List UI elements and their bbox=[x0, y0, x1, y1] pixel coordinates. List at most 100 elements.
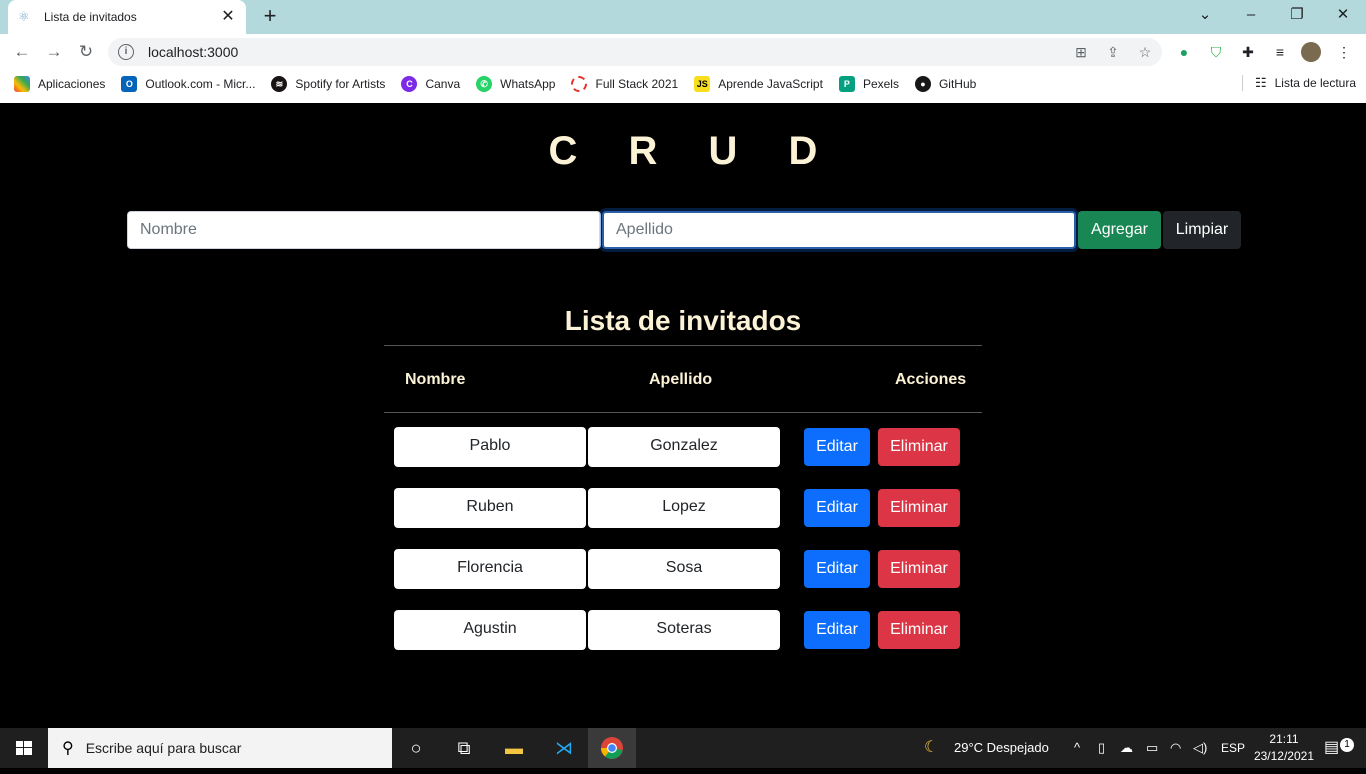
guest-nombre-cell: Pablo bbox=[394, 427, 586, 467]
site-info-icon[interactable]: i bbox=[118, 44, 134, 60]
bookmark-pexels[interactable]: P Pexels bbox=[838, 76, 899, 92]
guest-nombre-cell: Agustin bbox=[394, 610, 586, 650]
chrome-taskbar-icon[interactable] bbox=[588, 728, 636, 768]
pexels-icon: P bbox=[838, 76, 855, 92]
limpiar-button[interactable]: Limpiar bbox=[1163, 211, 1241, 249]
reload-icon[interactable]: ↻ bbox=[74, 40, 98, 64]
guest-apellido-cell: Lopez bbox=[588, 488, 780, 528]
divider bbox=[384, 412, 982, 413]
bookmark-label: Aprende JavaScript bbox=[718, 77, 823, 91]
clock[interactable]: 21:11 23/12/2021 bbox=[1254, 731, 1314, 765]
weather-text[interactable]: 29°C Despejado bbox=[954, 728, 1049, 768]
new-tab-button[interactable]: + bbox=[259, 5, 281, 28]
bookmark-label: Canva bbox=[425, 77, 461, 91]
share-icon[interactable]: ⇪ bbox=[1104, 43, 1122, 61]
header-acciones: Acciones bbox=[895, 371, 967, 388]
moon-icon: ☾ bbox=[924, 739, 939, 756]
back-icon[interactable]: ← bbox=[10, 40, 34, 64]
bookmark-apps[interactable]: Aplicaciones bbox=[14, 76, 105, 92]
battery-icon[interactable]: ▭ bbox=[1146, 728, 1158, 768]
wifi-icon[interactable]: ◠ bbox=[1170, 728, 1181, 768]
url-text: localhost:3000 bbox=[148, 44, 239, 60]
guest-apellido-cell: Gonzalez bbox=[588, 427, 780, 467]
vscode-icon[interactable]: ⋊ bbox=[540, 728, 588, 768]
close-window-button[interactable]: ✕ bbox=[1320, 0, 1366, 30]
guest-nombre-cell: Florencia bbox=[394, 549, 586, 589]
cortana-icon[interactable]: ○ bbox=[392, 728, 440, 768]
translate-icon[interactable]: ⊞ bbox=[1072, 43, 1090, 61]
clock-date: 23/12/2021 bbox=[1253, 749, 1314, 763]
bookmark-label: Spotify for Artists bbox=[295, 77, 386, 91]
show-hidden-icons[interactable]: ^ bbox=[1074, 728, 1080, 768]
media-control-icon[interactable]: ≡ bbox=[1270, 42, 1290, 62]
language-indicator[interactable]: ESP bbox=[1221, 728, 1245, 768]
javascript-icon: JS bbox=[694, 76, 711, 92]
forward-icon[interactable]: → bbox=[42, 40, 66, 64]
start-button[interactable] bbox=[0, 728, 48, 768]
editar-button[interactable]: Editar bbox=[804, 550, 870, 588]
divider bbox=[384, 345, 982, 346]
list-title: Lista de invitados bbox=[564, 305, 802, 336]
spotify-icon: ≋ bbox=[271, 76, 288, 92]
windows-logo-icon bbox=[16, 741, 32, 755]
taskbar-search[interactable]: ⚲ Escribe aquí para buscar bbox=[48, 728, 392, 768]
eliminar-button[interactable]: Eliminar bbox=[878, 611, 960, 649]
guest-nombre-cell: Ruben bbox=[394, 488, 586, 528]
address-bar[interactable]: i localhost:3000 ⊞ ⇪ ☆ bbox=[108, 38, 1162, 66]
eliminar-button[interactable]: Eliminar bbox=[878, 550, 960, 588]
bookmark-github[interactable]: ● GitHub bbox=[914, 76, 977, 92]
notification-count: 1 bbox=[1340, 738, 1354, 752]
bookmark-canva[interactable]: C Canva bbox=[401, 76, 460, 92]
search-placeholder: Escribe aquí para buscar bbox=[85, 740, 242, 756]
extension-green-icon[interactable]: ● bbox=[1174, 42, 1194, 62]
eliminar-button[interactable]: Eliminar bbox=[878, 428, 960, 466]
github-icon: ● bbox=[914, 76, 931, 92]
bookmark-spotify[interactable]: ≋ Spotify for Artists bbox=[271, 76, 385, 92]
device-icon[interactable]: ▯ bbox=[1098, 728, 1105, 768]
header-apellido: Apellido bbox=[649, 371, 713, 388]
nombre-input[interactable] bbox=[127, 211, 601, 249]
bookmark-fullstack[interactable]: Full Stack 2021 bbox=[571, 76, 678, 92]
reading-list-button[interactable]: ☷ Lista de lectura bbox=[1241, 75, 1356, 91]
canva-icon: C bbox=[401, 76, 418, 92]
bookmark-javascript[interactable]: JS Aprende JavaScript bbox=[694, 76, 823, 92]
editar-button[interactable]: Editar bbox=[804, 489, 870, 527]
search-icon: ⚲ bbox=[62, 740, 74, 757]
outlook-icon: O bbox=[121, 76, 138, 92]
extension-shield-icon[interactable]: ⛉ bbox=[1206, 42, 1226, 62]
reading-list-label: Lista de lectura bbox=[1274, 76, 1356, 90]
tab-strip: ⚛ Lista de invitados ✕ + ⌄ – ❐ ✕ bbox=[0, 0, 1366, 34]
restore-button[interactable]: ❐ bbox=[1274, 0, 1320, 30]
react-favicon-icon: ⚛ bbox=[18, 9, 30, 24]
apps-grid-icon bbox=[14, 76, 30, 92]
header-nombre: Nombre bbox=[405, 371, 466, 388]
close-tab-icon[interactable]: ✕ bbox=[220, 9, 236, 25]
eliminar-button[interactable]: Eliminar bbox=[878, 489, 960, 527]
bookmark-label: Aplicaciones bbox=[38, 77, 106, 91]
clock-time: 21:11 bbox=[1269, 732, 1299, 746]
profile-avatar[interactable] bbox=[1301, 42, 1321, 62]
task-view-icon[interactable]: ⧉ bbox=[440, 728, 488, 768]
editar-button[interactable]: Editar bbox=[804, 428, 870, 466]
bookmark-star-icon[interactable]: ☆ bbox=[1136, 43, 1154, 61]
onedrive-icon[interactable]: ☁ bbox=[1120, 728, 1133, 768]
browser-tab[interactable]: ⚛ Lista de invitados ✕ bbox=[8, 0, 246, 34]
bookmark-whatsapp[interactable]: ✆ WhatsApp bbox=[476, 76, 555, 92]
page-title: C R U D bbox=[548, 129, 838, 173]
bookmark-outlook[interactable]: O Outlook.com - Micr... bbox=[121, 76, 255, 92]
minimize-button[interactable]: – bbox=[1228, 0, 1274, 30]
file-explorer-icon[interactable]: ▬ bbox=[490, 728, 538, 768]
reading-list-icon: ☷ bbox=[1254, 75, 1267, 90]
bookmark-label: GitHub bbox=[938, 77, 977, 91]
extensions-puzzle-icon[interactable]: ✚ bbox=[1238, 42, 1258, 62]
guest-apellido-cell: Sosa bbox=[588, 549, 780, 589]
tab-search-icon[interactable]: ⌄ bbox=[1182, 0, 1228, 30]
editar-button[interactable]: Editar bbox=[804, 611, 870, 649]
browser-menu-icon[interactable]: ⋮ bbox=[1334, 42, 1354, 62]
bookmark-label: WhatsApp bbox=[500, 77, 556, 91]
notifications-icon[interactable]: ▤ bbox=[1324, 728, 1339, 768]
agregar-button[interactable]: Agregar bbox=[1078, 211, 1161, 249]
volume-icon[interactable]: ◁) bbox=[1193, 728, 1207, 768]
apellido-input[interactable] bbox=[602, 211, 1076, 249]
tab-title: Lista de invitados bbox=[44, 10, 137, 24]
